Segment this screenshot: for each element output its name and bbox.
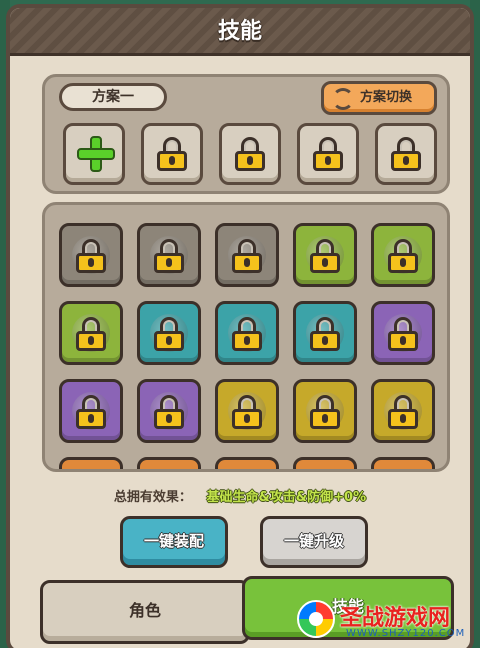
- skill-card[interactable]: [59, 379, 123, 443]
- skill-card[interactable]: [293, 223, 357, 287]
- lock-icon: [310, 317, 340, 351]
- plan-name-label[interactable]: 方案一: [59, 83, 167, 111]
- plan-switch-button[interactable]: 方案切换: [321, 81, 437, 115]
- lock-icon: [313, 137, 343, 171]
- watermark-url: WWW.SHZY120.COM: [346, 628, 466, 639]
- skill-card[interactable]: [293, 457, 357, 472]
- skill-card[interactable]: [137, 301, 201, 365]
- locked-skill-slot[interactable]: [219, 123, 281, 185]
- auto-equip-button[interactable]: 一键装配: [120, 516, 228, 568]
- locked-skill-slot[interactable]: [375, 123, 437, 185]
- skill-art-icon: [150, 470, 188, 472]
- lock-icon: [76, 239, 106, 273]
- total-effect: 总拥有效果： 基础生命&攻击&防御+0%: [10, 486, 470, 506]
- skill-art-icon: [384, 470, 422, 472]
- skill-card[interactable]: [371, 457, 435, 472]
- page-title: 技能: [217, 19, 262, 44]
- loadout-box: 方案一 方案切换: [42, 74, 450, 194]
- skill-card[interactable]: [137, 379, 201, 443]
- skill-card[interactable]: [59, 457, 123, 472]
- skill-card[interactable]: [215, 301, 279, 365]
- refresh-icon: [332, 88, 354, 110]
- skill-card[interactable]: [215, 223, 279, 287]
- lock-icon: [232, 395, 262, 429]
- lock-icon: [76, 395, 106, 429]
- skill-card[interactable]: [293, 301, 357, 365]
- skill-card[interactable]: [59, 223, 123, 287]
- skill-art-icon: [228, 470, 266, 472]
- add-skill-slot[interactable]: [63, 123, 125, 185]
- skill-card[interactable]: [293, 379, 357, 443]
- skill-card[interactable]: [371, 379, 435, 443]
- plan-switch-label: 方案切换: [360, 90, 413, 105]
- skill-art-icon: [72, 470, 110, 472]
- lock-icon: [232, 239, 262, 273]
- lock-icon: [388, 395, 418, 429]
- skill-card[interactable]: [371, 301, 435, 365]
- skill-grid: [42, 202, 450, 472]
- lock-icon: [391, 137, 421, 171]
- skill-card[interactable]: [371, 223, 435, 287]
- locked-skill-slot[interactable]: [141, 123, 203, 185]
- skill-card[interactable]: [59, 301, 123, 365]
- lock-icon: [310, 239, 340, 273]
- auto-upgrade-button[interactable]: 一键升级: [260, 516, 368, 568]
- skill-panel: 技能 方案一 方案切换 总拥有效果： 基础生命&攻击&防御+0% 一键装配 一键…: [6, 4, 474, 648]
- lock-icon: [232, 317, 262, 351]
- lock-icon: [154, 317, 184, 351]
- lock-icon: [76, 317, 106, 351]
- lock-icon: [154, 239, 184, 273]
- total-effect-value: 基础生命&攻击&防御+0%: [206, 490, 367, 505]
- tab-role[interactable]: 角色: [40, 580, 250, 644]
- skill-art-icon: [306, 470, 344, 472]
- skill-card[interactable]: [215, 457, 279, 472]
- lock-icon: [157, 137, 187, 171]
- lock-icon: [235, 137, 265, 171]
- lock-icon: [310, 395, 340, 429]
- total-effect-label: 总拥有效果：: [113, 490, 192, 505]
- lock-icon: [388, 317, 418, 351]
- skill-card[interactable]: [215, 379, 279, 443]
- skill-card[interactable]: [137, 457, 201, 472]
- locked-skill-slot[interactable]: [297, 123, 359, 185]
- lock-icon: [388, 239, 418, 273]
- watermark-logo-icon: [297, 600, 335, 638]
- skill-card[interactable]: [137, 223, 201, 287]
- lock-icon: [154, 395, 184, 429]
